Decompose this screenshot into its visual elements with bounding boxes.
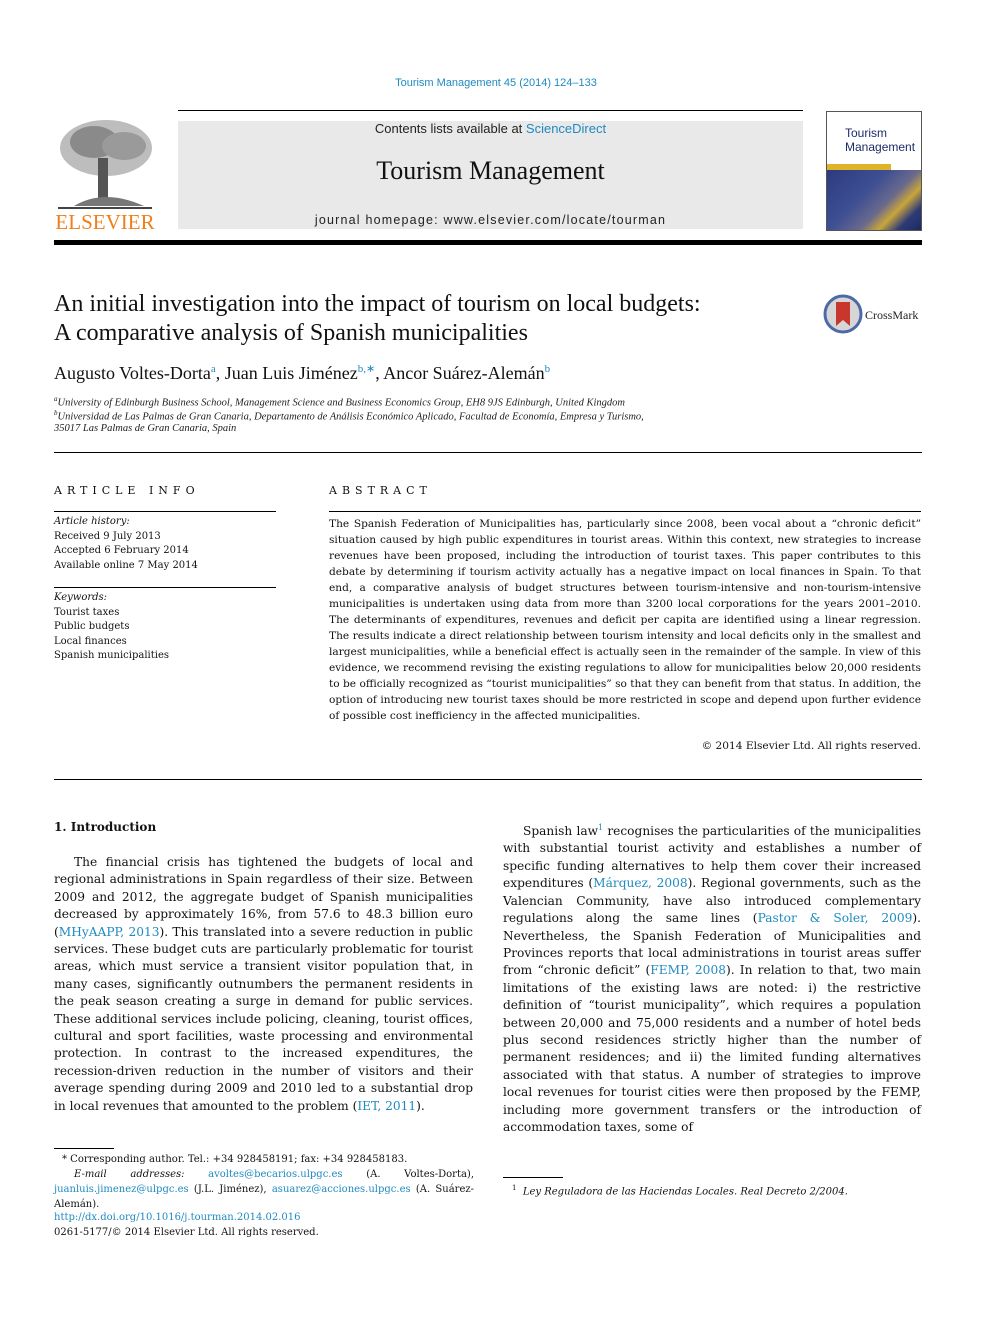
citation-link[interactable]: Márquez, 2008 <box>593 876 687 890</box>
text-run: Spanish law <box>523 824 599 839</box>
history-received: Received 9 July 2013 <box>54 530 161 542</box>
corresponding-line: * Corresponding author. Tel.: +34 928458… <box>62 1154 408 1165</box>
article-history: Article history: Received 9 July 2013 Ac… <box>54 515 198 573</box>
history-label: Article history: <box>54 516 130 527</box>
affiliation: 35017 Las Palmas de Gran Canaria, Spain <box>54 423 236 434</box>
crossmark-badge[interactable]: CrossMark <box>823 294 923 336</box>
citation-link[interactable]: IET, 2011 <box>357 1099 416 1113</box>
cover-title-line1: Tourism <box>845 126 888 140</box>
keywords: Keywords: Tourist taxes Public budgets L… <box>54 591 169 664</box>
section-heading-introduction: 1. Introduction <box>54 820 157 834</box>
paragraph: The financial crisis has tightened the b… <box>54 854 473 1115</box>
elsevier-tree-icon <box>54 118 156 210</box>
email-owner: (J.L. Jiménez), <box>188 1184 272 1195</box>
body-column-right: Spanish law1 recognises the particularit… <box>503 819 921 1136</box>
author-name[interactable]: Ancor Suárez-Alemán <box>383 363 544 383</box>
abstract-rule <box>329 511 921 512</box>
journal-cover-image[interactable]: Tourism Management <box>826 111 922 231</box>
affiliation-text: Universidad de Las Palmas de Gran Canari… <box>57 411 644 423</box>
email-label: E-mail addresses: <box>74 1169 185 1180</box>
citation-link[interactable]: FEMP, 2008 <box>650 963 726 977</box>
author-affiliation-mark[interactable]: b <box>545 363 551 375</box>
keyword-item: Public budgets <box>54 621 130 632</box>
history-online: Available online 7 May 2014 <box>54 559 198 571</box>
keyword-item: Tourist taxes <box>54 606 120 618</box>
affiliation-text: 35017 Las Palmas de Gran Canaria, Spain <box>54 423 237 434</box>
elsevier-wordmark: ELSEVIER <box>55 210 155 234</box>
email-link[interactable]: asuarez@acciones.ulpgc.es <box>272 1184 411 1195</box>
affiliation: aUniversity of Edinburgh Business School… <box>54 395 625 409</box>
citation-link[interactable]: MHyAAPP, 2013 <box>59 925 160 939</box>
sciencedirect-link[interactable]: ScienceDirect <box>526 121 606 136</box>
header-bottom-rule <box>54 240 922 245</box>
footnote-mark: 1 <box>512 1184 517 1192</box>
doi-link[interactable]: http://dx.doi.org/10.1016/j.tourman.2014… <box>54 1210 301 1225</box>
keyword-item: Local finances <box>54 635 127 647</box>
doi-text[interactable]: http://dx.doi.org/10.1016/j.tourman.2014… <box>54 1212 301 1223</box>
text-run: ). In relation to that, two main limitat… <box>503 963 921 1134</box>
email-addresses: E-mail addresses: avoltes@becarios.ulpgc… <box>54 1167 474 1212</box>
cover-title-line2: Management <box>845 140 916 154</box>
footnote-1: 1 Ley Reguladora de las Haciendas Locale… <box>512 1181 848 1199</box>
abstract-end-rule <box>54 779 922 780</box>
keyword-item: Spanish municipalities <box>54 650 169 661</box>
article-info-rule <box>54 511 276 512</box>
article-title: An initial investigation into the impact… <box>54 290 814 348</box>
email-link[interactable]: juanluis.jimenez@ulpgc.es <box>54 1184 189 1195</box>
footnote-text: Ley Reguladora de las Haciendas Locales.… <box>522 1186 848 1198</box>
paragraph: Spanish law1 recognises the particularit… <box>503 819 921 1136</box>
author-affiliation-mark[interactable]: a <box>211 363 216 375</box>
email-link[interactable]: avoltes@becarios.ulpgc.es <box>208 1169 342 1180</box>
journal-reference[interactable]: Tourism Management 45 (2014) 124–133 <box>0 77 992 89</box>
abstract-copyright: © 2014 Elsevier Ltd. All rights reserved… <box>701 740 921 752</box>
citation-link[interactable]: Pastor & Soler, 2009 <box>758 911 913 925</box>
cover-photo <box>827 170 921 230</box>
history-accepted: Accepted 6 February 2014 <box>54 545 189 556</box>
author-affiliation-mark[interactable]: b,∗ <box>358 363 375 375</box>
crossmark-label: CrossMark <box>865 308 919 322</box>
crossmark-icon <box>823 294 863 334</box>
text-run: ). This translated into a severe reducti… <box>54 924 473 1113</box>
issn-copyright: 0261-5177/© 2014 Elsevier Ltd. All right… <box>54 1227 319 1238</box>
title-line-2: A comparative analysis of Spanish munici… <box>54 320 528 346</box>
text-run: ). <box>416 1098 425 1113</box>
email-owner: (A. Voltes-Dorta), <box>342 1169 474 1180</box>
footnote-rule-right <box>503 1177 563 1178</box>
contents-prefix: Contents lists available at <box>374 121 526 136</box>
abstract-heading: ABSTRACT <box>329 484 432 497</box>
corresponding-author-note: * Corresponding author. Tel.: +34 928458… <box>54 1152 474 1212</box>
journal-header-box: Contents lists available at ScienceDirec… <box>178 121 803 229</box>
elsevier-logo: ELSEVIER <box>54 118 156 235</box>
body-column-left: The financial crisis has tightened the b… <box>54 854 473 1115</box>
title-line-1: An initial investigation into the impact… <box>54 291 701 317</box>
abstract-text: The Spanish Federation of Municipalities… <box>329 518 921 722</box>
article-info-heading: ARTICLE INFO <box>54 484 200 497</box>
journal-title: Tourism Management <box>376 156 605 185</box>
author-name[interactable]: Juan Luis Jiménez <box>225 363 358 383</box>
header-top-rule <box>178 110 803 111</box>
journal-homepage[interactable]: journal homepage: www.elsevier.com/locat… <box>178 213 803 227</box>
cover-title: Tourism Management <box>845 126 915 154</box>
affiliation-text: University of Edinburgh Business School,… <box>57 397 626 409</box>
front-matter-rule <box>54 452 922 453</box>
contents-availability: Contents lists available at ScienceDirec… <box>178 121 803 136</box>
affiliation: bUniversidad de Las Palmas de Gran Canar… <box>54 409 644 423</box>
keywords-label: Keywords: <box>54 592 108 603</box>
author-list: Augusto Voltes-Dortaa, Juan Luis Jiménez… <box>54 363 551 383</box>
author-name[interactable]: Augusto Voltes-Dorta <box>54 363 211 383</box>
footnote-rule-left <box>54 1148 114 1149</box>
keywords-rule <box>54 587 276 588</box>
